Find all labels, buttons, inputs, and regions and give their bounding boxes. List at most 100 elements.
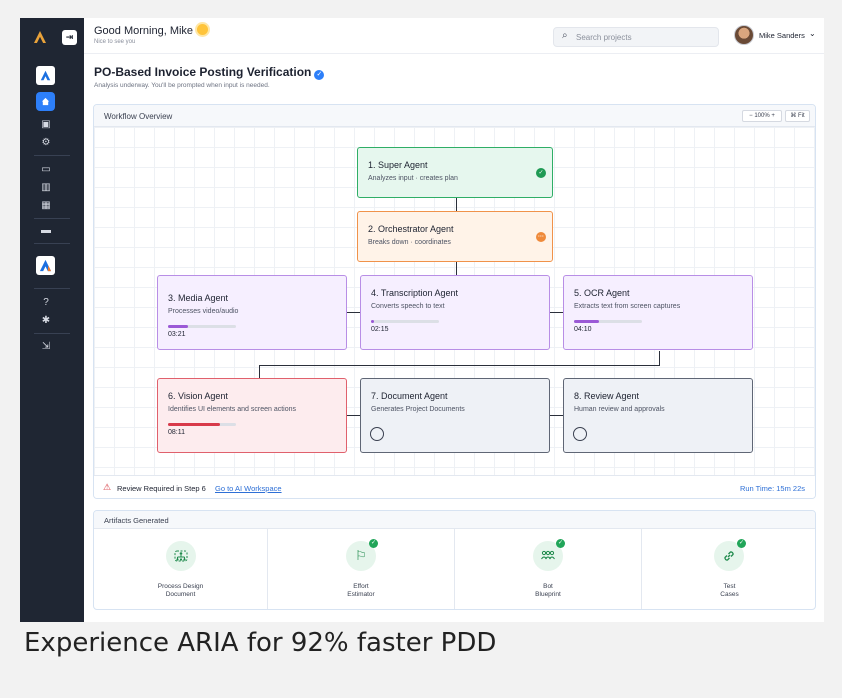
sidebar-divider (34, 333, 70, 334)
run-time: Run Time: 15m 22s (739, 484, 805, 493)
progress-bar (574, 320, 642, 323)
node-title: 5. OCR Agent (574, 288, 630, 298)
monitor-icon[interactable]: ▭ (36, 163, 56, 177)
artifacts-title: Artifacts Generated (104, 516, 169, 525)
check-badge-icon: ✓ (369, 539, 378, 548)
elapsed-time: 03:21 (168, 331, 186, 338)
check-badge-icon: ✓ (556, 539, 565, 548)
artifact-label: Bot Blueprint (535, 583, 561, 598)
greeting-text: Good Morning, Mike (94, 25, 194, 37)
node-description: Converts speech to text (371, 303, 445, 310)
marketing-caption: Experience ARIA for 92% faster PDD (24, 628, 497, 658)
top-header: Good Morning, Mike Nice to see you ⌕ Mik… (84, 18, 824, 54)
fit-button[interactable]: ⌘ Fit (785, 110, 810, 122)
artifact-label: Test Cases (720, 583, 739, 598)
agent-node-vision[interactable]: 6. Vision Agent Identifies UI elements a… (157, 378, 347, 453)
sidebar-collapse-icon[interactable]: ⇥ (62, 30, 77, 45)
search-box[interactable]: ⌕ (553, 27, 719, 47)
home-icon[interactable] (36, 92, 55, 111)
elapsed-time: 02:15 (371, 326, 389, 333)
folder-icon[interactable]: ▬ (36, 224, 56, 238)
sidebar-divider (34, 218, 70, 219)
connector-line (259, 365, 660, 366)
node-description: Processes video/audio (168, 308, 239, 315)
progress-bar (168, 325, 236, 328)
sidebar: ⇥ ▣ ⚙ ▭ ▥ ▦ ▬ ? ✱ ⇲ (20, 18, 84, 622)
sun-icon (197, 24, 209, 35)
artifact-process-design-document[interactable]: Process Design Document (94, 529, 268, 609)
artifact-bot-blueprint[interactable]: ✓ Bot Blueprint (455, 529, 642, 609)
progress-bar (168, 423, 236, 426)
artifact-effort-estimator[interactable]: ⚐ ✓ Effort Estimator (268, 529, 455, 609)
node-description: Analyzes input · creates plan (368, 175, 458, 182)
user-name[interactable]: Mike Sanders (759, 31, 805, 40)
node-description: Identifies UI elements and screen action… (168, 406, 297, 413)
connector-line (550, 312, 563, 313)
aria-app-icon[interactable] (36, 256, 55, 275)
workspace-logo-icon[interactable] (36, 66, 55, 85)
connector-line (550, 415, 563, 416)
zoom-control[interactable]: − 100% + (742, 110, 782, 122)
workflow-title: Workflow Overview (104, 112, 173, 121)
subgreeting: Nice to see you (94, 39, 136, 45)
app-window: ⇥ ▣ ⚙ ▭ ▥ ▦ ▬ ? ✱ ⇲ Good Morning, Mike N… (20, 18, 824, 622)
page-title-text: PO-Based Invoice Posting Verification (94, 65, 312, 79)
settings-icon[interactable]: ✱ (36, 314, 56, 328)
artifact-test-cases[interactable]: ✓ Test Cases (642, 529, 815, 609)
node-title: 6. Vision Agent (168, 391, 228, 401)
pending-circle-icon (573, 427, 587, 441)
connector-line (347, 415, 360, 416)
verified-check-icon: ✓ (314, 70, 325, 80)
ai-workspace-link[interactable]: Go to AI Workspace (215, 484, 282, 493)
agent-node-document[interactable]: 7. Document Agent Generates Project Docu… (360, 378, 550, 453)
page-subtitle: Analysis underway. You'll be prompted wh… (94, 82, 270, 89)
artifacts-header: Artifacts Generated (94, 511, 815, 529)
workflow-header: Workflow Overview − 100% + ⌘ Fit (94, 105, 815, 127)
node-title: 8. Review Agent (574, 391, 640, 401)
node-description: Breaks down · coordinates (368, 239, 451, 246)
elapsed-time: 04:10 (574, 326, 592, 333)
agent-node-review[interactable]: 8. Review Agent Human review and approva… (563, 378, 753, 453)
chevron-down-icon[interactable]: ⌄ (809, 29, 816, 38)
in-progress-icon: ··· (536, 232, 546, 242)
agent-node-media[interactable]: 3. Media Agent Processes video/audio 03:… (157, 275, 347, 350)
node-title: 1. Super Agent (368, 160, 428, 170)
bar-chart-icon[interactable]: ▥ (36, 181, 56, 195)
agent-node-super[interactable]: 1. Super Agent Analyzes input · creates … (357, 147, 553, 198)
artifact-label: Process Design Document (157, 583, 204, 598)
search-icon: ⌕ (562, 30, 568, 41)
progress-fill (371, 320, 375, 323)
page-title: PO-Based Invoice Posting Verification ✓ (94, 65, 325, 80)
avatar[interactable] (734, 25, 754, 45)
workflow-footer: ⚠ Review Required in Step 6 Go to AI Wor… (94, 475, 815, 498)
agent-node-transcription[interactable]: 4. Transcription Agent Converts speech t… (360, 275, 550, 350)
connector-line (659, 351, 660, 366)
workflow-canvas: 1. Super Agent Analyzes input · creates … (94, 127, 815, 475)
help-icon[interactable]: ? (36, 296, 56, 310)
progress-fill (168, 325, 189, 328)
progress-fill (574, 320, 600, 323)
elapsed-time: 08:11 (168, 429, 185, 436)
inbox-icon[interactable]: ▣ (36, 118, 56, 132)
node-title: 7. Document Agent (371, 391, 448, 401)
review-required-text: Review Required in Step 6 (117, 484, 206, 493)
sidebar-divider (34, 243, 70, 244)
process-diagram-icon (166, 541, 196, 571)
connector-line (259, 365, 260, 379)
search-input[interactable] (576, 31, 714, 44)
node-description: Human review and approvals (574, 406, 665, 413)
connector-line (347, 312, 360, 313)
sidebar-divider (34, 155, 70, 156)
progress-fill (168, 423, 221, 426)
node-title: 3. Media Agent (168, 293, 229, 303)
node-title: 2. Orchestrator Agent (368, 224, 454, 234)
agent-node-ocr[interactable]: 5. OCR Agent Extracts text from screen c… (563, 275, 753, 350)
node-description: Extracts text from screen captures (574, 303, 681, 310)
logout-icon[interactable]: ⇲ (36, 340, 56, 354)
agent-node-orchestrator[interactable]: 2. Orchestrator Agent Breaks down · coor… (357, 211, 553, 262)
greeting: Good Morning, Mike (94, 24, 209, 37)
artifacts-panel: Artifacts Generated Process Design Docum… (93, 510, 816, 610)
table-icon[interactable]: ▦ (36, 199, 56, 213)
robot-icon[interactable]: ⚙ (36, 136, 56, 150)
progress-bar (371, 320, 439, 323)
